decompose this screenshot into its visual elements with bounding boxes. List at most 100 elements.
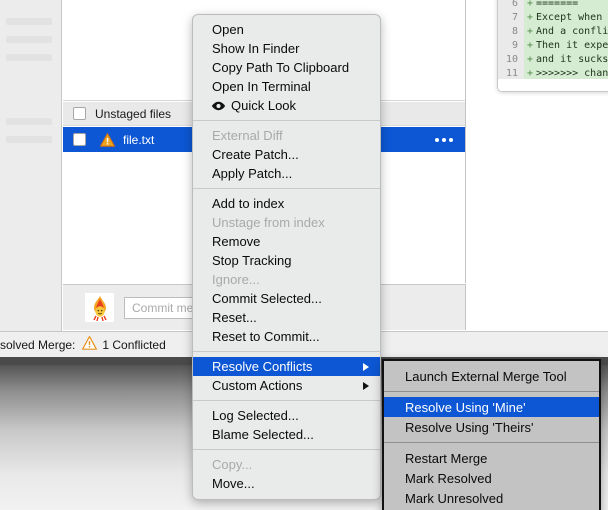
submenu-item-mark-unresolved[interactable]: Mark Unresolved xyxy=(384,488,599,508)
menu-separator xyxy=(193,351,380,352)
menu-item-move[interactable]: Move... xyxy=(193,474,380,493)
menu-item-label: Add to index xyxy=(212,196,285,211)
menu-separator xyxy=(384,391,599,392)
resolve-conflicts-submenu[interactable]: Launch External Merge Tool Resolve Using … xyxy=(382,359,601,510)
menu-item-create-patch[interactable]: Create Patch... xyxy=(193,145,380,164)
diff-line-text: And a confli xyxy=(536,26,608,37)
menu-item-label: Quick Look xyxy=(231,98,297,113)
menu-item-label: Reset to Commit... xyxy=(212,329,320,344)
menu-item-label: Commit Selected... xyxy=(212,291,322,306)
screen-root: Unstaged files file.txt Commit message s… xyxy=(0,0,608,510)
menu-item-label: Open In Terminal xyxy=(212,79,311,94)
sidebar-placeholder-row xyxy=(6,18,52,25)
submenu-item-resolve-using-mine[interactable]: Resolve Using 'Mine' xyxy=(384,397,599,417)
sidebar-rail xyxy=(0,0,62,363)
submenu-item-restart-merge[interactable]: Restart Merge xyxy=(384,448,599,468)
menu-item-copy: Copy... xyxy=(193,455,380,474)
unstaged-files-checkbox[interactable] xyxy=(73,107,86,120)
diff-line: 7 + Except when xyxy=(498,11,608,25)
menu-item-commit-selected[interactable]: Commit Selected... xyxy=(193,289,380,308)
diff-line-list: 6 + ======= 7 + Except when 8 + And a confli 9 + Th… xyxy=(498,0,608,81)
menu-item-unstage-from-index: Unstage from index xyxy=(193,213,380,232)
diff-line-number: 7 xyxy=(498,11,524,25)
menu-item-label: Resolve Using 'Theirs' xyxy=(405,419,534,435)
sidebar-placeholder-row xyxy=(6,36,52,43)
eye-icon xyxy=(211,101,226,111)
diff-line-sign: + xyxy=(526,12,534,23)
diff-line-sign: + xyxy=(526,0,534,9)
menu-item-label: Ignore... xyxy=(212,272,260,287)
menu-item-label: Launch External Merge Tool xyxy=(405,368,567,384)
status-merge-label: solved Merge: xyxy=(0,337,76,352)
diff-line-number: 8 xyxy=(498,25,524,39)
diff-line-sign: + xyxy=(526,26,534,37)
menu-item-label: Copy Path To Clipboard xyxy=(212,60,350,75)
menu-item-log-selected[interactable]: Log Selected... xyxy=(193,406,380,425)
menu-item-label: Create Patch... xyxy=(212,147,299,162)
menu-item-label: Restart Merge xyxy=(405,450,488,466)
diff-line-text: ======= xyxy=(536,0,579,9)
sidebar-placeholder-row xyxy=(6,136,52,143)
sidebar-placeholder-row xyxy=(6,54,52,61)
menu-separator xyxy=(193,400,380,401)
menu-item-ignore: Ignore... xyxy=(193,270,380,289)
menu-item-label: Apply Patch... xyxy=(212,166,293,181)
diff-line-number: 9 xyxy=(498,39,524,53)
menu-separator xyxy=(384,442,599,443)
menu-item-label: Show In Finder xyxy=(212,41,300,56)
diff-code-panel: 6 + ======= 7 + Except when 8 + And a confli 9 + Th… xyxy=(497,0,608,92)
menu-item-blame-selected[interactable]: Blame Selected... xyxy=(193,425,380,444)
menu-item-label: Copy... xyxy=(212,457,253,472)
menu-item-open[interactable]: Open xyxy=(193,20,380,39)
menu-item-open-in-terminal[interactable]: Open In Terminal xyxy=(193,77,380,96)
diff-line: 9 + Then it expe xyxy=(498,39,608,53)
menu-item-label: Unstage from index xyxy=(212,215,325,230)
menu-item-show-in-finder[interactable]: Show In Finder xyxy=(193,39,380,58)
unstaged-files-label: Unstaged files xyxy=(95,106,172,121)
file-name-label: file.txt xyxy=(123,132,155,147)
file-context-menu[interactable]: Open Show In Finder Copy Path To Clipboard… xyxy=(192,14,381,500)
submenu-item-launch-external-merge-tool[interactable]: Launch External Merge Tool xyxy=(384,366,599,386)
diff-line: 10 + and it sucks xyxy=(498,53,608,67)
diff-line-text: Then it expe xyxy=(536,40,608,51)
menu-separator xyxy=(193,120,380,121)
menu-item-add-to-index[interactable]: Add to index xyxy=(193,194,380,213)
submenu-arrow-icon xyxy=(363,381,369,390)
diff-line: 6 + ======= xyxy=(498,0,608,11)
sidebar-placeholder-row xyxy=(6,118,52,125)
menu-item-label: Blame Selected... xyxy=(212,427,314,442)
menu-item-label: External Diff xyxy=(212,128,283,143)
menu-item-label: Remove xyxy=(212,234,261,249)
menu-item-label: Log Selected... xyxy=(212,408,299,423)
diff-line-sign: + xyxy=(526,40,534,51)
diff-line: 8 + And a confli xyxy=(498,25,608,39)
menu-item-label: Reset... xyxy=(212,310,257,325)
menu-item-label: Resolve Using 'Mine' xyxy=(405,399,526,415)
ellipsis-icon[interactable] xyxy=(435,137,453,142)
menu-item-apply-patch[interactable]: Apply Patch... xyxy=(193,164,380,183)
menu-item-remove[interactable]: Remove xyxy=(193,232,380,251)
menu-separator xyxy=(193,188,380,189)
diff-line-text: and it sucks xyxy=(536,54,608,65)
menu-item-reset[interactable]: Reset... xyxy=(193,308,380,327)
diff-panel-footer xyxy=(498,79,608,91)
menu-item-custom-actions[interactable]: Custom Actions xyxy=(193,376,380,395)
menu-item-quick-look[interactable]: Quick Look xyxy=(193,96,380,115)
submenu-item-mark-resolved[interactable]: Mark Resolved xyxy=(384,468,599,488)
warning-triangle-icon xyxy=(82,336,98,353)
menu-item-label: Custom Actions xyxy=(212,378,303,393)
menu-item-label: Mark Resolved xyxy=(405,470,492,486)
file-stage-checkbox[interactable] xyxy=(73,133,86,146)
diff-line-sign: + xyxy=(526,54,534,65)
menu-item-external-diff: External Diff xyxy=(193,126,380,145)
menu-item-label: Open xyxy=(212,22,244,37)
status-conflicted-count: 1 Conflicted xyxy=(102,337,166,352)
menu-item-resolve-conflicts[interactable]: Resolve Conflicts xyxy=(193,357,380,376)
submenu-item-resolve-using-theirs[interactable]: Resolve Using 'Theirs' xyxy=(384,417,599,437)
diff-line-number: 10 xyxy=(498,53,524,67)
diff-line-number: 6 xyxy=(498,0,524,11)
menu-item-label: Resolve Conflicts xyxy=(212,359,313,374)
menu-item-stop-tracking[interactable]: Stop Tracking xyxy=(193,251,380,270)
menu-item-copy-path-to-clipboard[interactable]: Copy Path To Clipboard xyxy=(193,58,380,77)
menu-item-reset-to-commit[interactable]: Reset to Commit... xyxy=(193,327,380,346)
